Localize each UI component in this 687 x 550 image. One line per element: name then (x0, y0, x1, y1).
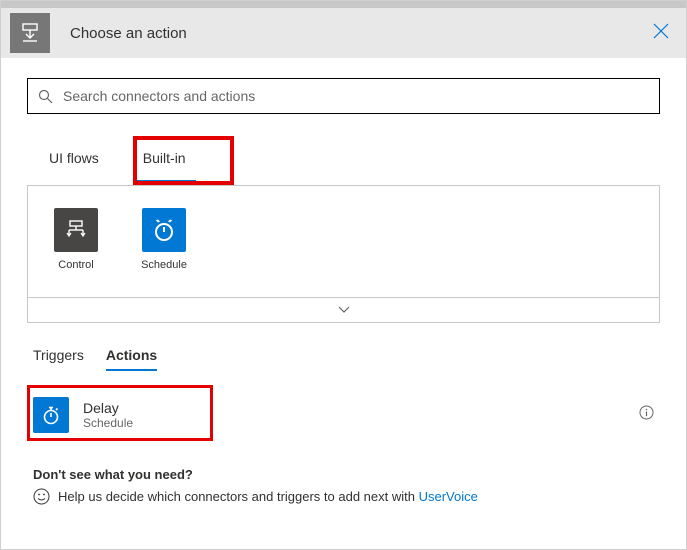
schedule-clock-icon (142, 208, 186, 252)
close-button[interactable] (653, 23, 669, 44)
action-info-button[interactable] (639, 405, 654, 425)
tab-label: Triggers (33, 347, 84, 363)
action-box-icon (10, 13, 50, 53)
dialog-header: Choose an action (1, 1, 686, 58)
tab-label: UI flows (49, 150, 99, 166)
expand-connectors-button[interactable] (28, 297, 659, 322)
connector-schedule[interactable]: Schedule (134, 208, 194, 271)
uservoice-link[interactable]: UserVoice (419, 489, 478, 504)
connector-control[interactable]: Control (46, 208, 106, 271)
tab-label: Built-in (143, 150, 186, 166)
connector-label: Control (58, 259, 93, 271)
close-icon (653, 23, 669, 39)
help-text: Help us decide which connectors and trig… (58, 489, 419, 504)
connectors-panel: Control Schedule (27, 185, 660, 323)
help-title: Don't see what you need? (33, 467, 660, 482)
connector-label: Schedule (141, 259, 187, 271)
info-icon (639, 405, 654, 420)
search-input[interactable] (63, 88, 649, 104)
action-subtitle: Schedule (83, 416, 639, 430)
dialog-title: Choose an action (70, 25, 187, 42)
action-title: Delay (83, 400, 639, 417)
scope-tabs: UI flows Built-in (27, 138, 660, 182)
tab-label: Actions (106, 347, 157, 363)
tab-actions[interactable]: Actions (106, 347, 157, 371)
chevron-down-icon (338, 306, 350, 314)
tab-triggers[interactable]: Triggers (33, 347, 84, 371)
tab-active-indicator (133, 180, 196, 183)
triggers-actions-tabs: Triggers Actions (27, 347, 660, 371)
help-section: Don't see what you need? Help us decide … (27, 467, 660, 505)
tab-ui-flows[interactable]: UI flows (27, 138, 121, 182)
control-icon (54, 208, 98, 252)
tab-built-in[interactable]: Built-in (121, 138, 208, 182)
smiley-icon (33, 488, 50, 505)
search-icon (38, 89, 53, 104)
stopwatch-icon (33, 397, 69, 433)
action-delay[interactable]: Delay Schedule (27, 391, 660, 439)
search-box[interactable] (27, 78, 660, 114)
action-list: Delay Schedule (27, 391, 660, 439)
